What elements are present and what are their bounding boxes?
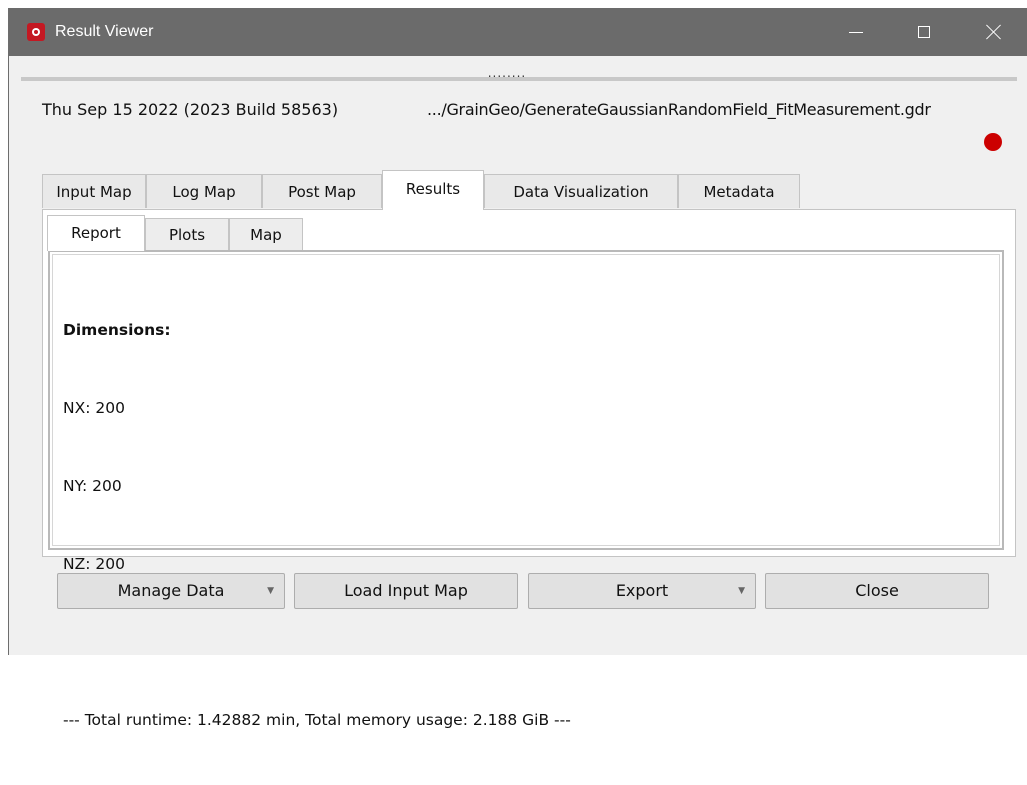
load-input-map-button[interactable]: Load Input Map xyxy=(294,573,518,609)
tab-metadata[interactable]: Metadata xyxy=(678,174,800,208)
tab-results[interactable]: Results xyxy=(382,170,484,210)
run-date-build: Thu Sep 15 2022 (2023 Build 58563) xyxy=(42,100,339,119)
report-inner-frame: Dimensions: NX: 200 NY: 200 NZ: 200 --- … xyxy=(52,254,1000,729)
report-line-ny: NY: 200 xyxy=(63,477,122,495)
app-logo-icon xyxy=(27,23,45,41)
report-summary: --- Total runtime: 1.42882 min, Total me… xyxy=(63,711,571,729)
tab-log-map[interactable]: Log Map xyxy=(146,174,262,208)
result-viewer-window: Result Viewer ........ Thu Sep 15 2022 (… xyxy=(8,8,1027,729)
chevron-down-icon: ▼ xyxy=(738,586,745,596)
report-content: Dimensions: NX: 200 NY: 200 NZ: 200 --- … xyxy=(63,265,571,785)
splitter-bar[interactable]: ........ xyxy=(21,67,1017,81)
report-text-area[interactable]: Dimensions: NX: 200 NY: 200 NZ: 200 --- … xyxy=(48,250,1004,729)
report-line-nx: NX: 200 xyxy=(63,399,125,417)
close-window-button[interactable] xyxy=(971,8,1017,56)
minimize-icon xyxy=(849,31,863,33)
results-panel: Report Plots Map Dimensions: NX: 200 NY:… xyxy=(42,209,1016,729)
maximize-button[interactable] xyxy=(901,8,947,56)
subtab-map[interactable]: Map xyxy=(229,218,303,250)
maximize-icon xyxy=(918,26,930,38)
tab-data-visualization[interactable]: Data Visualization xyxy=(484,174,678,208)
subtab-plots[interactable]: Plots xyxy=(145,218,229,250)
subtab-report[interactable]: Report xyxy=(47,215,145,251)
chevron-down-icon: ▼ xyxy=(267,586,274,596)
splitter-handle[interactable]: ........ xyxy=(487,67,527,79)
minimize-button[interactable] xyxy=(833,8,879,56)
report-blank-line xyxy=(63,629,571,655)
manage-data-button[interactable]: Manage Data ▼ xyxy=(57,573,285,609)
manage-data-label: Manage Data xyxy=(117,581,225,600)
tab-post-map[interactable]: Post Map xyxy=(262,174,382,208)
close-icon xyxy=(986,24,1002,40)
title-bar[interactable]: Result Viewer xyxy=(9,8,1027,56)
report-heading: Dimensions: xyxy=(63,321,171,339)
export-label: Export xyxy=(615,581,669,600)
export-button[interactable]: Export ▼ xyxy=(528,573,756,609)
tab-input-map[interactable]: Input Map xyxy=(42,174,146,208)
window-title: Result Viewer xyxy=(55,23,154,40)
status-indicator xyxy=(984,133,1002,151)
button-bar: Manage Data ▼ Load Input Map Export ▼ Cl… xyxy=(9,573,1027,613)
result-file-path: .../GrainGeo/GenerateGaussianRandomField… xyxy=(427,100,931,119)
close-button[interactable]: Close xyxy=(765,573,989,609)
